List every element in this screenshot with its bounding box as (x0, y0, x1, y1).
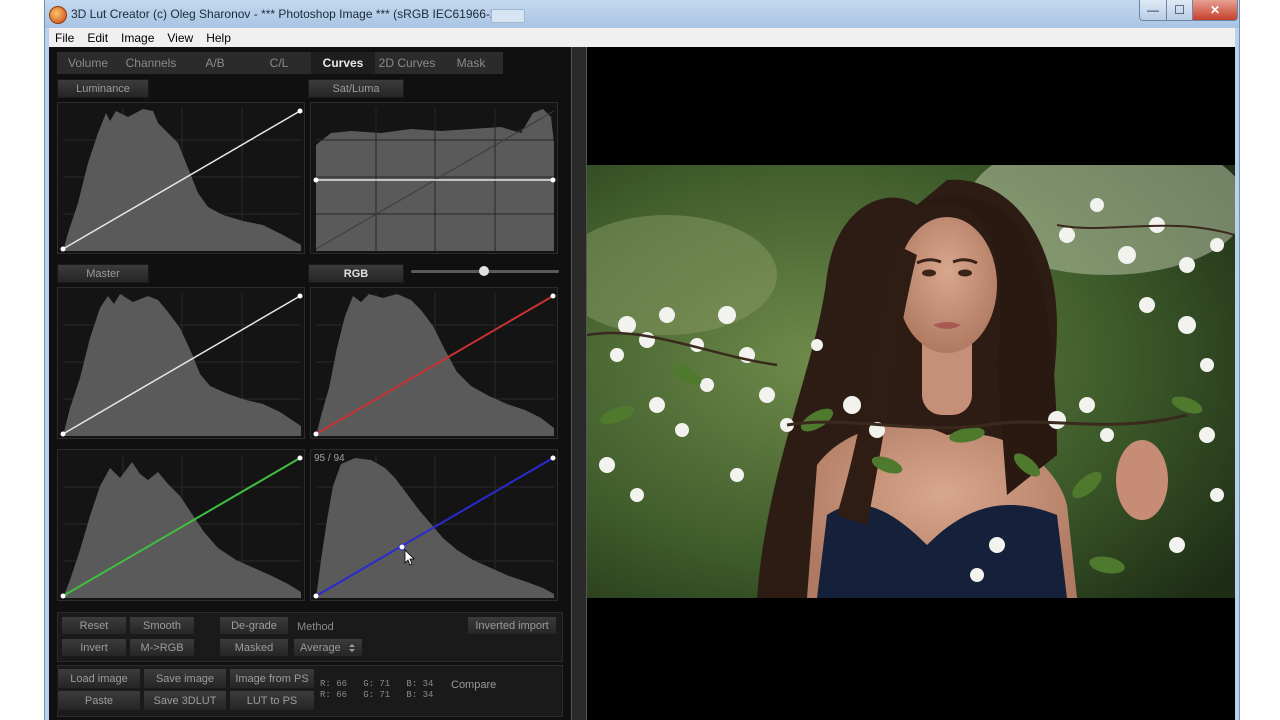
menu-bar: File Edit Image View Help (49, 28, 1235, 48)
save-3dlut-button[interactable]: Save 3DLUT (143, 690, 227, 711)
tab-curves[interactable]: Curves (311, 52, 375, 74)
photo-eye (958, 269, 972, 277)
green-curve-graph (60, 455, 303, 599)
left-background (0, 0, 44, 720)
rgb-slider-handle[interactable] (479, 266, 489, 276)
updown-arrow-icon (349, 644, 355, 652)
client-area: Volume Channels A/B C/L Curves 2D Curves… (49, 47, 1235, 720)
photo-hand (1116, 440, 1168, 520)
image-from-ps-button[interactable]: Image from PS (229, 668, 315, 689)
method-select[interactable]: Average (293, 638, 363, 657)
method-select-value: Average (300, 641, 341, 654)
green-curve[interactable] (57, 449, 305, 601)
luminance-button[interactable]: Luminance (57, 79, 149, 98)
curve-point (550, 177, 556, 183)
masked-button[interactable]: Masked (219, 638, 289, 657)
tab-strip: Volume Channels A/B C/L Curves 2D Curves… (57, 52, 503, 74)
window-title: 3D Lut Creator (c) Oleg Sharonov - *** P… (71, 7, 516, 21)
curve-point (297, 293, 303, 299)
title-tab-indicator (491, 9, 525, 23)
master-curve-graph (60, 293, 303, 437)
invert-button[interactable]: Invert (61, 638, 127, 657)
red-curve-graph (313, 293, 556, 437)
pixel-readout-line: R: 66 G: 71 B: 34 (320, 690, 434, 700)
luminance-curve-graph (60, 108, 303, 252)
panel-splitter[interactable] (571, 47, 587, 720)
photo-face (897, 217, 997, 353)
pixel-readout-line: R: 66 G: 71 B: 34 (320, 679, 434, 689)
tab-cl[interactable]: C/L (247, 52, 311, 74)
inverted-import-button[interactable]: Inverted import (467, 616, 557, 635)
minimize-icon: — (1147, 3, 1159, 17)
menu-view[interactable]: View (161, 31, 200, 45)
curve-point (313, 431, 319, 437)
maximize-button[interactable]: ☐ (1166, 0, 1193, 21)
image-viewer[interactable] (587, 47, 1235, 720)
lut-to-ps-button[interactable]: LUT to PS (229, 690, 315, 711)
curves-panel: Volume Channels A/B C/L Curves 2D Curves… (49, 47, 571, 720)
curve-point (550, 455, 556, 461)
preview-image (587, 165, 1235, 598)
luminance-curve[interactable] (57, 102, 305, 254)
app-window: 3D Lut Creator (c) Oleg Sharonov - *** P… (44, 0, 1240, 720)
blue-curve[interactable]: 95 / 94 (310, 449, 558, 601)
tab-channels[interactable]: Channels (119, 52, 183, 74)
title-bar[interactable]: 3D Lut Creator (c) Oleg Sharonov - *** P… (45, 0, 1239, 28)
curve-point (60, 246, 66, 252)
red-curve[interactable] (310, 287, 558, 439)
maximize-icon: ☐ (1174, 3, 1185, 17)
right-background (1238, 0, 1280, 720)
curve-point (550, 293, 556, 299)
satluma-curve-graph (313, 108, 556, 251)
master-button[interactable]: Master (57, 264, 149, 283)
curve-point (60, 593, 66, 599)
menu-file[interactable]: File (49, 31, 81, 45)
portrait-photo (587, 165, 1235, 598)
close-icon: ✕ (1209, 3, 1221, 17)
rgb-button[interactable]: RGB (308, 264, 404, 283)
menu-edit[interactable]: Edit (81, 31, 115, 45)
smooth-button[interactable]: Smooth (129, 616, 195, 635)
blue-curve-readout: 95 / 94 (314, 453, 345, 464)
reset-button[interactable]: Reset (61, 616, 127, 635)
photo-eye (922, 269, 936, 277)
degrade-button[interactable]: De-grade (219, 616, 289, 635)
menu-image[interactable]: Image (115, 31, 161, 45)
master-curve[interactable] (57, 287, 305, 439)
pixel-value-readout: R: 66 G: 71 B: 34 R: 66 G: 71 B: 34 (320, 679, 433, 701)
satluma-curve[interactable] (310, 102, 558, 254)
paste-button[interactable]: Paste (57, 690, 141, 711)
compare-button[interactable]: Compare (451, 679, 496, 691)
save-image-button[interactable]: Save image (143, 668, 227, 689)
curve-point (297, 455, 303, 461)
method-label: Method (297, 621, 334, 633)
close-button[interactable]: ✕ (1192, 0, 1238, 21)
menu-help[interactable]: Help (200, 31, 238, 45)
curve-point (313, 593, 319, 599)
curve-point (313, 177, 319, 183)
minimize-button[interactable]: — (1139, 0, 1167, 21)
tab-ab[interactable]: A/B (183, 52, 247, 74)
tab-mask[interactable]: Mask (439, 52, 503, 74)
blue-curve-graph (313, 455, 556, 599)
satluma-button[interactable]: Sat/Luma (308, 79, 404, 98)
tab-volume[interactable]: Volume (57, 52, 119, 74)
m-rgb-button[interactable]: M->RGB (129, 638, 195, 657)
curve-point-selected (398, 543, 406, 551)
load-image-button[interactable]: Load image (57, 668, 141, 689)
curve-point (60, 431, 66, 437)
app-logo-icon (49, 6, 67, 24)
tab-2d-curves[interactable]: 2D Curves (375, 52, 439, 74)
curve-point (297, 108, 303, 114)
